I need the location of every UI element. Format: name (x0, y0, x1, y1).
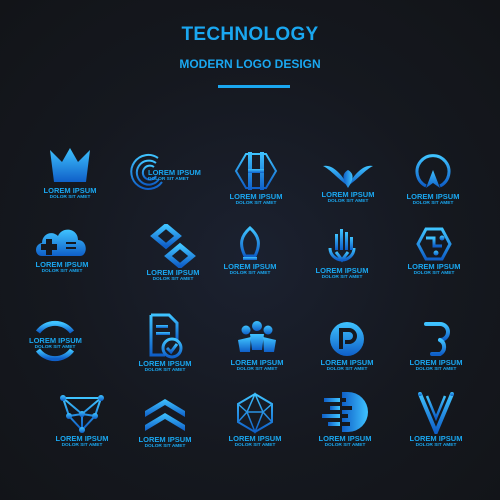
city-shield-icon (328, 229, 356, 263)
logo-name: LOREM IPSUM (409, 358, 463, 367)
logo-name: LOREM IPSUM (228, 434, 282, 443)
people-group-icon (238, 321, 276, 352)
wings-icon (323, 165, 373, 188)
logo-card-18: LOREM IPSUM DOLOR SIT AMET (210, 392, 300, 449)
crown-icon (50, 148, 90, 182)
logo-card-4: LOREM IPSUM DOLOR SIT AMET (303, 158, 393, 205)
logo-card-13: LOREM IPSUM DOLOR SIT AMET (212, 320, 302, 373)
pen-nib-icon (240, 226, 260, 260)
logo-tagline: DOLOR SIT AMET (413, 271, 455, 276)
logo-name: LOREM IPSUM (138, 359, 192, 368)
logo-card-15: LOREM IPSUM DOLOR SIT AMET (391, 320, 481, 373)
logo-name: LOREM IPSUM (321, 190, 375, 199)
logo-name: LOREM IPSUM (55, 434, 109, 443)
logo-tagline: DOLOR SIT AMET (327, 199, 369, 204)
logo-tagline: DOLOR SIT AMET (49, 195, 91, 200)
chevrons-up-icon (145, 399, 185, 431)
document-check-icon (149, 313, 183, 359)
logo-tagline: DOLOR SIT AMET (321, 275, 363, 280)
logo-name: LOREM IPSUM (406, 192, 460, 201)
logo-tagline: DOLOR SIT AMET (415, 443, 457, 448)
logo-name: LOREM IPSUM (407, 262, 461, 271)
logo-tagline: DOLOR SIT AMET (412, 201, 454, 206)
logo-card-8: LOREM IPSUM DOLOR SIT AMET (205, 226, 295, 277)
logo-name: LOREM IPSUM (29, 336, 82, 345)
logo-name: LOREM IPSUM (229, 192, 283, 201)
logo-name: LOREM IPSUM (409, 434, 463, 443)
logo-name: LOREM IPSUM (148, 168, 201, 177)
logo-card-16: LOREM IPSUM DOLOR SIT AMET (37, 392, 127, 449)
logo-card-20: LOREM IPSUM DOLOR SIT AMET (391, 392, 481, 449)
logo-card-5: LOREM IPSUM DOLOR SIT AMET (388, 152, 478, 207)
logo-name: LOREM IPSUM (318, 434, 372, 443)
logo-tagline: DOLOR SIT AMET (324, 443, 366, 448)
logo-tagline: DOLOR SIT AMET (415, 367, 457, 372)
logo-name: LOREM IPSUM (138, 435, 192, 444)
logo-name: LOREM IPSUM (230, 358, 284, 367)
polyhedron-icon (237, 392, 273, 434)
chain-links-icon (150, 224, 196, 268)
logo-tagline: DOLOR SIT AMET (152, 277, 194, 282)
logo-card-1: LOREM IPSUM DOLOR SIT AMET (25, 146, 115, 201)
logo-name: LOREM IPSUM (35, 260, 89, 269)
network-nodes-icon (60, 395, 104, 433)
v-lines-icon (418, 392, 454, 434)
logo-name: LOREM IPSUM (320, 358, 374, 367)
ring-arrow-icon (415, 154, 451, 188)
logo-card-19: LOREM IPSUM DOLOR SIT AMET (300, 390, 390, 449)
logo-tagline: DOLOR SIT AMET (41, 269, 83, 274)
logo-tagline: DOLOR SIT AMET (229, 271, 271, 276)
title-underline (218, 85, 290, 88)
letter-p-icon (330, 322, 364, 356)
page-title: TECHNOLOGY (181, 24, 319, 45)
page-subtitle: MODERN LOGO DESIGN (179, 57, 321, 71)
logo-card-12: LOREM IPSUM DOLOR SIT AMET (120, 313, 210, 374)
logo-tagline: DOLOR SIT AMET (236, 367, 278, 372)
logo-name: LOREM IPSUM (223, 262, 277, 271)
speed-lines-icon (420, 322, 450, 356)
logo-tagline: DOLOR SIT AMET (61, 443, 103, 448)
logo-card-11: LOREM IPSUM DOLOR SIT AMET (29, 316, 82, 366)
fast-d-icon (322, 392, 368, 432)
logo-name: LOREM IPSUM (43, 186, 97, 195)
hex-circuit-icon (416, 227, 452, 261)
logo-tagline: DOLOR SIT AMET (234, 443, 276, 448)
logo-card-3: LOREM IPSUM DOLOR SIT AMET (211, 150, 301, 207)
logo-tagline: DOLOR SIT AMET (326, 367, 368, 372)
logo-name: LOREM IPSUM (315, 266, 369, 275)
logo-tagline: DOLOR SIT AMET (144, 368, 186, 373)
logo-card-9: LOREM IPSUM DOLOR SIT AMET (297, 226, 387, 281)
hexagon-h-icon (234, 152, 278, 190)
logo-card-14: LOREM IPSUM DOLOR SIT AMET (302, 320, 392, 373)
cloud-plus-icon (36, 229, 86, 256)
logo-tagline: DOLOR SIT AMET (34, 345, 76, 350)
logo-card-6: LOREM IPSUM DOLOR SIT AMET (17, 222, 107, 275)
logo-tagline: DOLOR SIT AMET (148, 177, 189, 182)
logo-tagline: DOLOR SIT AMET (144, 444, 186, 449)
logo-tagline: DOLOR SIT AMET (235, 201, 277, 206)
logo-card-10: LOREM IPSUM DOLOR SIT AMET (389, 226, 479, 277)
logo-card-17: LOREM IPSUM DOLOR SIT AMET (120, 395, 210, 450)
